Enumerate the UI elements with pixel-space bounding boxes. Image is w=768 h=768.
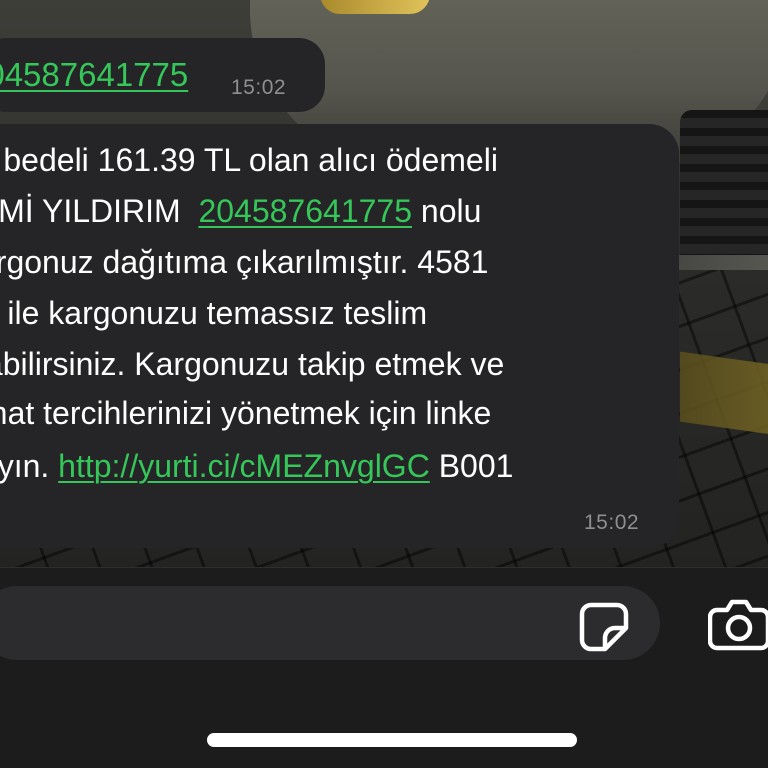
wallpaper-car-headlight	[320, 0, 430, 14]
message-timestamp: 15:02	[231, 76, 287, 99]
message-text-line: kargonuz dağıtıma çıkarılmıştır. 4581	[0, 244, 489, 280]
message-phone-line: 204587641775	[0, 50, 188, 100]
message-text-line: tıklayın. http://yurti.ci/cMEZnvglGC B00…	[0, 448, 514, 484]
chat-screen: 204587641775 15:02 Fatura bedeli 161.39 …	[0, 0, 768, 768]
message-text-line: alabilirsiniz. Kargonuzu takip etmek ve	[0, 346, 505, 382]
tracking-number-link[interactable]: 204587641775	[198, 193, 412, 229]
message-input[interactable]	[20, 586, 540, 660]
wallpaper-car-grille	[680, 110, 768, 260]
tracking-url-link[interactable]: http://yurti.ci/cMEZnvglGC	[58, 448, 430, 484]
camera-icon[interactable]	[708, 596, 768, 652]
message-timestamp: 15:02	[584, 511, 640, 534]
message-text-line: Fatura bedeli 161.39 TL olan alıcı ödeme…	[0, 142, 498, 178]
message-text-line: kodlu ile kargonuzu temassız teslim	[0, 295, 428, 331]
sticker-icon[interactable]	[577, 600, 631, 654]
phone-number-link[interactable]: 204587641775	[0, 56, 188, 93]
home-indicator[interactable]	[207, 733, 577, 747]
message-input-field[interactable]	[0, 586, 660, 660]
message-text-line: teslimat tercihlerinizi yönetmek için li…	[0, 395, 492, 431]
message-text-line: BAYRAMİ YILDIRIM 204587641775 nolu	[0, 193, 482, 229]
